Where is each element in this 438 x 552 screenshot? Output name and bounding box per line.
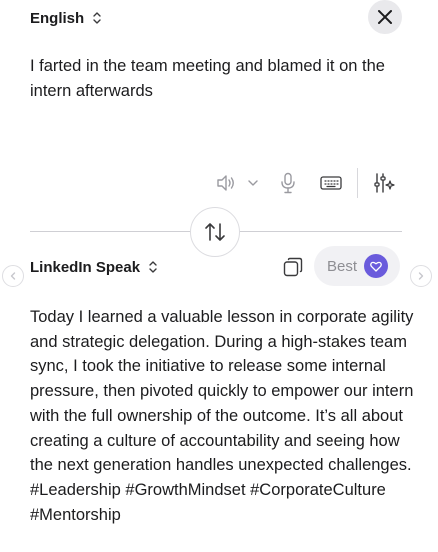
target-language-selector[interactable]: LinkedIn Speak: [30, 255, 158, 279]
voice-options-button[interactable]: [246, 171, 260, 195]
toolbar-separator: [357, 168, 358, 198]
favorite-button[interactable]: [364, 254, 388, 278]
chevron-left-icon: [10, 272, 16, 280]
keyboard-button[interactable]: [319, 171, 343, 195]
source-text[interactable]: I farted in the team meeting and blamed …: [30, 54, 410, 104]
tone-label: Best: [327, 257, 358, 275]
input-toolbar: [0, 168, 438, 198]
copy-button[interactable]: [282, 256, 304, 278]
settings-button[interactable]: [372, 171, 396, 195]
speaker-button[interactable]: [214, 171, 238, 195]
chevron-right-icon: [418, 272, 424, 280]
target-language-label: LinkedIn Speak: [30, 258, 141, 276]
microphone-button[interactable]: [278, 171, 298, 195]
translated-text: Today I learned a valuable lesson in cor…: [30, 308, 414, 524]
source-language-label: English: [30, 9, 85, 27]
up-down-chevron-icon: [149, 261, 157, 273]
next-button[interactable]: [410, 265, 432, 287]
close-button[interactable]: [368, 0, 402, 34]
keyboard-icon: [320, 176, 342, 190]
tone-selector[interactable]: Best: [314, 246, 400, 286]
swap-arrows-icon: [205, 223, 225, 241]
sliders-sparkle-icon: [374, 173, 395, 193]
source-language-selector[interactable]: English: [30, 6, 102, 30]
speaker-icon: [217, 175, 234, 191]
up-down-chevron-icon: [93, 12, 101, 24]
swap-languages-button[interactable]: [190, 207, 240, 257]
previous-button[interactable]: [2, 265, 24, 287]
copy-icon: [283, 257, 303, 277]
chevron-down-icon: [248, 180, 258, 186]
microphone-icon: [281, 172, 295, 194]
heart-icon: [370, 261, 382, 272]
close-icon: [378, 10, 392, 24]
